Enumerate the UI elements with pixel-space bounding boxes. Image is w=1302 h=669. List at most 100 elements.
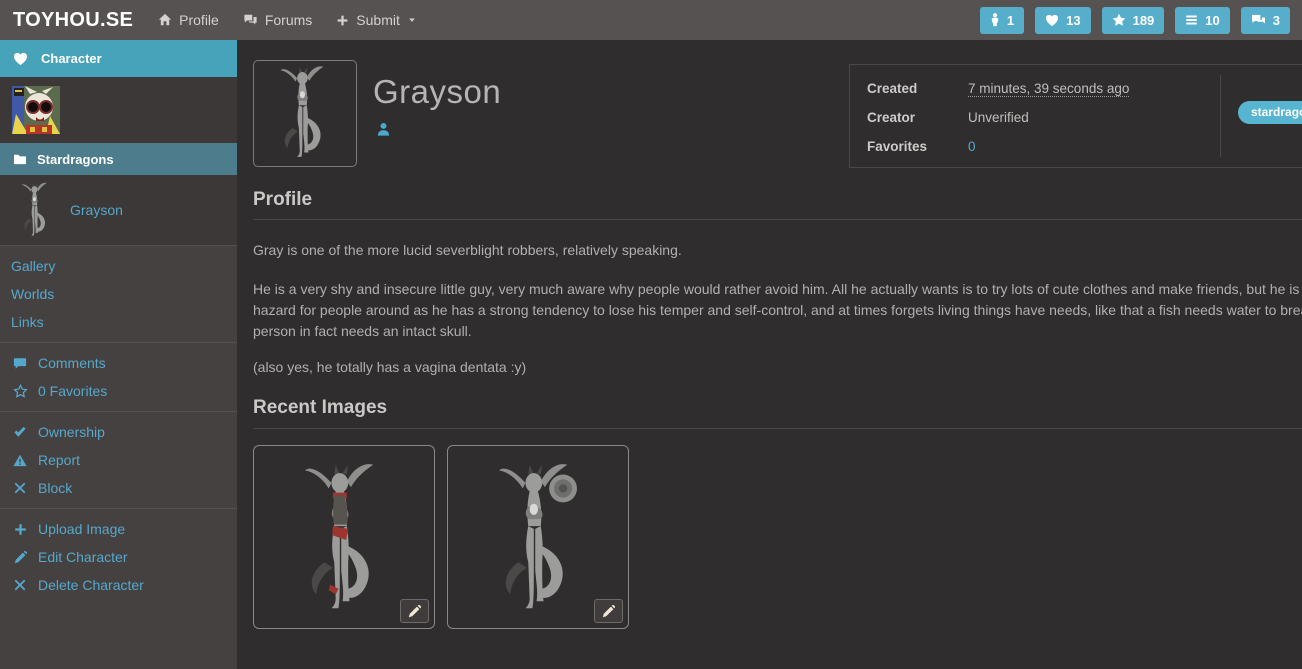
- comment-icon: [12, 357, 28, 370]
- star-outline-icon: [12, 384, 28, 399]
- check-icon: [12, 426, 28, 438]
- profile-text-line: He is a very shy and insecure little guy…: [253, 279, 1302, 300]
- sidebar-item-delete-character[interactable]: Delete Character: [0, 571, 237, 599]
- sidebar-item-label: Ownership: [38, 424, 105, 440]
- nav-profile-label: Profile: [179, 12, 219, 28]
- character-header: Grayson Created 7 minutes, 39 seconds ag…: [253, 60, 1302, 178]
- profile-paragraph: (also yes, he totally has a vagina denta…: [253, 357, 1302, 378]
- sidebar-item-label: Delete Character: [38, 577, 144, 593]
- chevron-down-icon: [407, 15, 417, 25]
- sidebar-item-ownership[interactable]: Ownership: [0, 418, 237, 446]
- character-info-panel: Created 7 minutes, 39 seconds ago Creato…: [849, 64, 1302, 168]
- plus-icon: [12, 523, 28, 536]
- main-content: Grayson Created 7 minutes, 39 seconds ag…: [237, 40, 1302, 669]
- character-image: [495, 462, 581, 618]
- profile-heading: Profile: [253, 188, 1302, 211]
- edit-image-button[interactable]: [400, 599, 429, 623]
- panel-divider: [1220, 75, 1221, 157]
- nav-profile[interactable]: Profile: [158, 12, 219, 28]
- profile-paragraph: He is a very shy and insecure little guy…: [253, 279, 1302, 342]
- messages-icon: [1251, 14, 1266, 27]
- x-icon: [12, 482, 28, 494]
- info-row-created: Created 7 minutes, 39 seconds ago: [867, 74, 1302, 103]
- sidebar-character-name: Grayson: [70, 202, 123, 218]
- sidebar-section-header: Character: [0, 40, 237, 77]
- sidebar-item-label: Gallery: [11, 258, 55, 274]
- info-row-favorites: Favorites 0: [867, 132, 1302, 161]
- edit-image-button[interactable]: [594, 599, 623, 623]
- avatar[interactable]: [12, 86, 60, 134]
- sidebar-item-label: Links: [11, 314, 44, 330]
- folder-name: Stardragons: [37, 152, 114, 167]
- warning-icon: [12, 454, 28, 467]
- sidebar-item-worlds[interactable]: Worlds: [0, 280, 237, 308]
- person-icon: [990, 13, 1000, 27]
- sidebar-item-label: Report: [38, 452, 80, 468]
- sidebar-moderation-group: Ownership Report Block: [0, 412, 237, 509]
- user-avatar-section: [0, 77, 237, 143]
- stat-characters-badge[interactable]: 1: [980, 7, 1024, 34]
- profile-text-line: person in fact needs an intact skull.: [253, 321, 1302, 342]
- sidebar-character-grayson[interactable]: Grayson: [0, 175, 237, 246]
- stat-favorites-badge[interactable]: 13: [1035, 7, 1090, 34]
- sidebar-social-group: Comments 0 Favorites: [0, 343, 237, 412]
- sidebar-item-label: Upload Image: [38, 521, 125, 537]
- created-value[interactable]: 7 minutes, 39 seconds ago: [968, 81, 1129, 97]
- sidebar-item-report[interactable]: Report: [0, 446, 237, 474]
- sidebar-nav-group: Gallery Worlds Links: [0, 246, 237, 343]
- info-label: Favorites: [867, 139, 968, 154]
- character-thumbnail-box[interactable]: [253, 60, 357, 167]
- stat-list-count: 10: [1205, 13, 1219, 28]
- list-icon: [1185, 14, 1198, 26]
- plus-icon: [336, 14, 349, 27]
- nav-forums[interactable]: Forums: [243, 12, 312, 28]
- sidebar-item-label: Worlds: [11, 286, 54, 302]
- sidebar-item-block[interactable]: Block: [0, 474, 237, 502]
- profile-text-line: hazard for people around as he has a str…: [253, 300, 1302, 321]
- sidebar-folder-stardragons[interactable]: Stardragons: [0, 143, 237, 175]
- stat-messages-badge[interactable]: 3: [1241, 7, 1290, 34]
- stat-characters-count: 1: [1007, 13, 1014, 28]
- sidebar-item-label: Block: [38, 480, 72, 496]
- folder-badge[interactable]: stardragons: [1238, 101, 1302, 124]
- favorites-count-link[interactable]: 0: [968, 139, 976, 154]
- character-art: [278, 65, 332, 163]
- sidebar-item-label: 0 Favorites: [38, 383, 107, 399]
- recent-images-heading: Recent Images: [253, 396, 1302, 419]
- sidebar-item-label: Comments: [38, 355, 106, 371]
- folder-icon: [13, 153, 27, 165]
- sidebar-item-gallery[interactable]: Gallery: [0, 252, 237, 280]
- info-label: Created: [867, 81, 968, 96]
- image-card-2[interactable]: [447, 445, 629, 629]
- sidebar: Character Stardragons Grayson: [0, 40, 237, 669]
- home-icon: [158, 13, 172, 27]
- x-icon: [12, 579, 28, 591]
- site-logo[interactable]: TOYHOU.SE: [13, 9, 133, 32]
- nav-submit-label: Submit: [356, 12, 400, 28]
- nav-submit[interactable]: Submit: [336, 12, 417, 28]
- user-icon[interactable]: [376, 122, 391, 137]
- forums-icon: [243, 13, 258, 27]
- pencil-icon: [408, 605, 421, 618]
- sidebar-item-comments[interactable]: Comments: [0, 349, 237, 377]
- info-label: Creator: [867, 110, 968, 125]
- page-title: Grayson: [373, 73, 501, 111]
- sidebar-item-upload-image[interactable]: Upload Image: [0, 515, 237, 543]
- creator-value: Unverified: [968, 110, 1029, 125]
- character-image: [301, 462, 387, 618]
- sidebar-management-group: Upload Image Edit Character Delete Chara…: [0, 509, 237, 605]
- pencil-icon: [602, 605, 615, 618]
- stat-list-badge[interactable]: 10: [1175, 7, 1229, 34]
- heart-icon: [1045, 14, 1059, 27]
- nav-forums-label: Forums: [265, 12, 312, 28]
- navbar-stats: 1 13 189 10 3: [980, 7, 1290, 34]
- sidebar-item-favorites[interactable]: 0 Favorites: [0, 377, 237, 405]
- sidebar-item-links[interactable]: Links: [0, 308, 237, 336]
- navbar-links: Profile Forums Submit: [158, 12, 417, 28]
- stat-stars-count: 189: [1133, 13, 1155, 28]
- pencil-icon: [12, 551, 28, 564]
- character-thumbnail: [20, 182, 52, 239]
- stat-stars-badge[interactable]: 189: [1102, 7, 1165, 34]
- sidebar-item-edit-character[interactable]: Edit Character: [0, 543, 237, 571]
- image-card-1[interactable]: [253, 445, 435, 629]
